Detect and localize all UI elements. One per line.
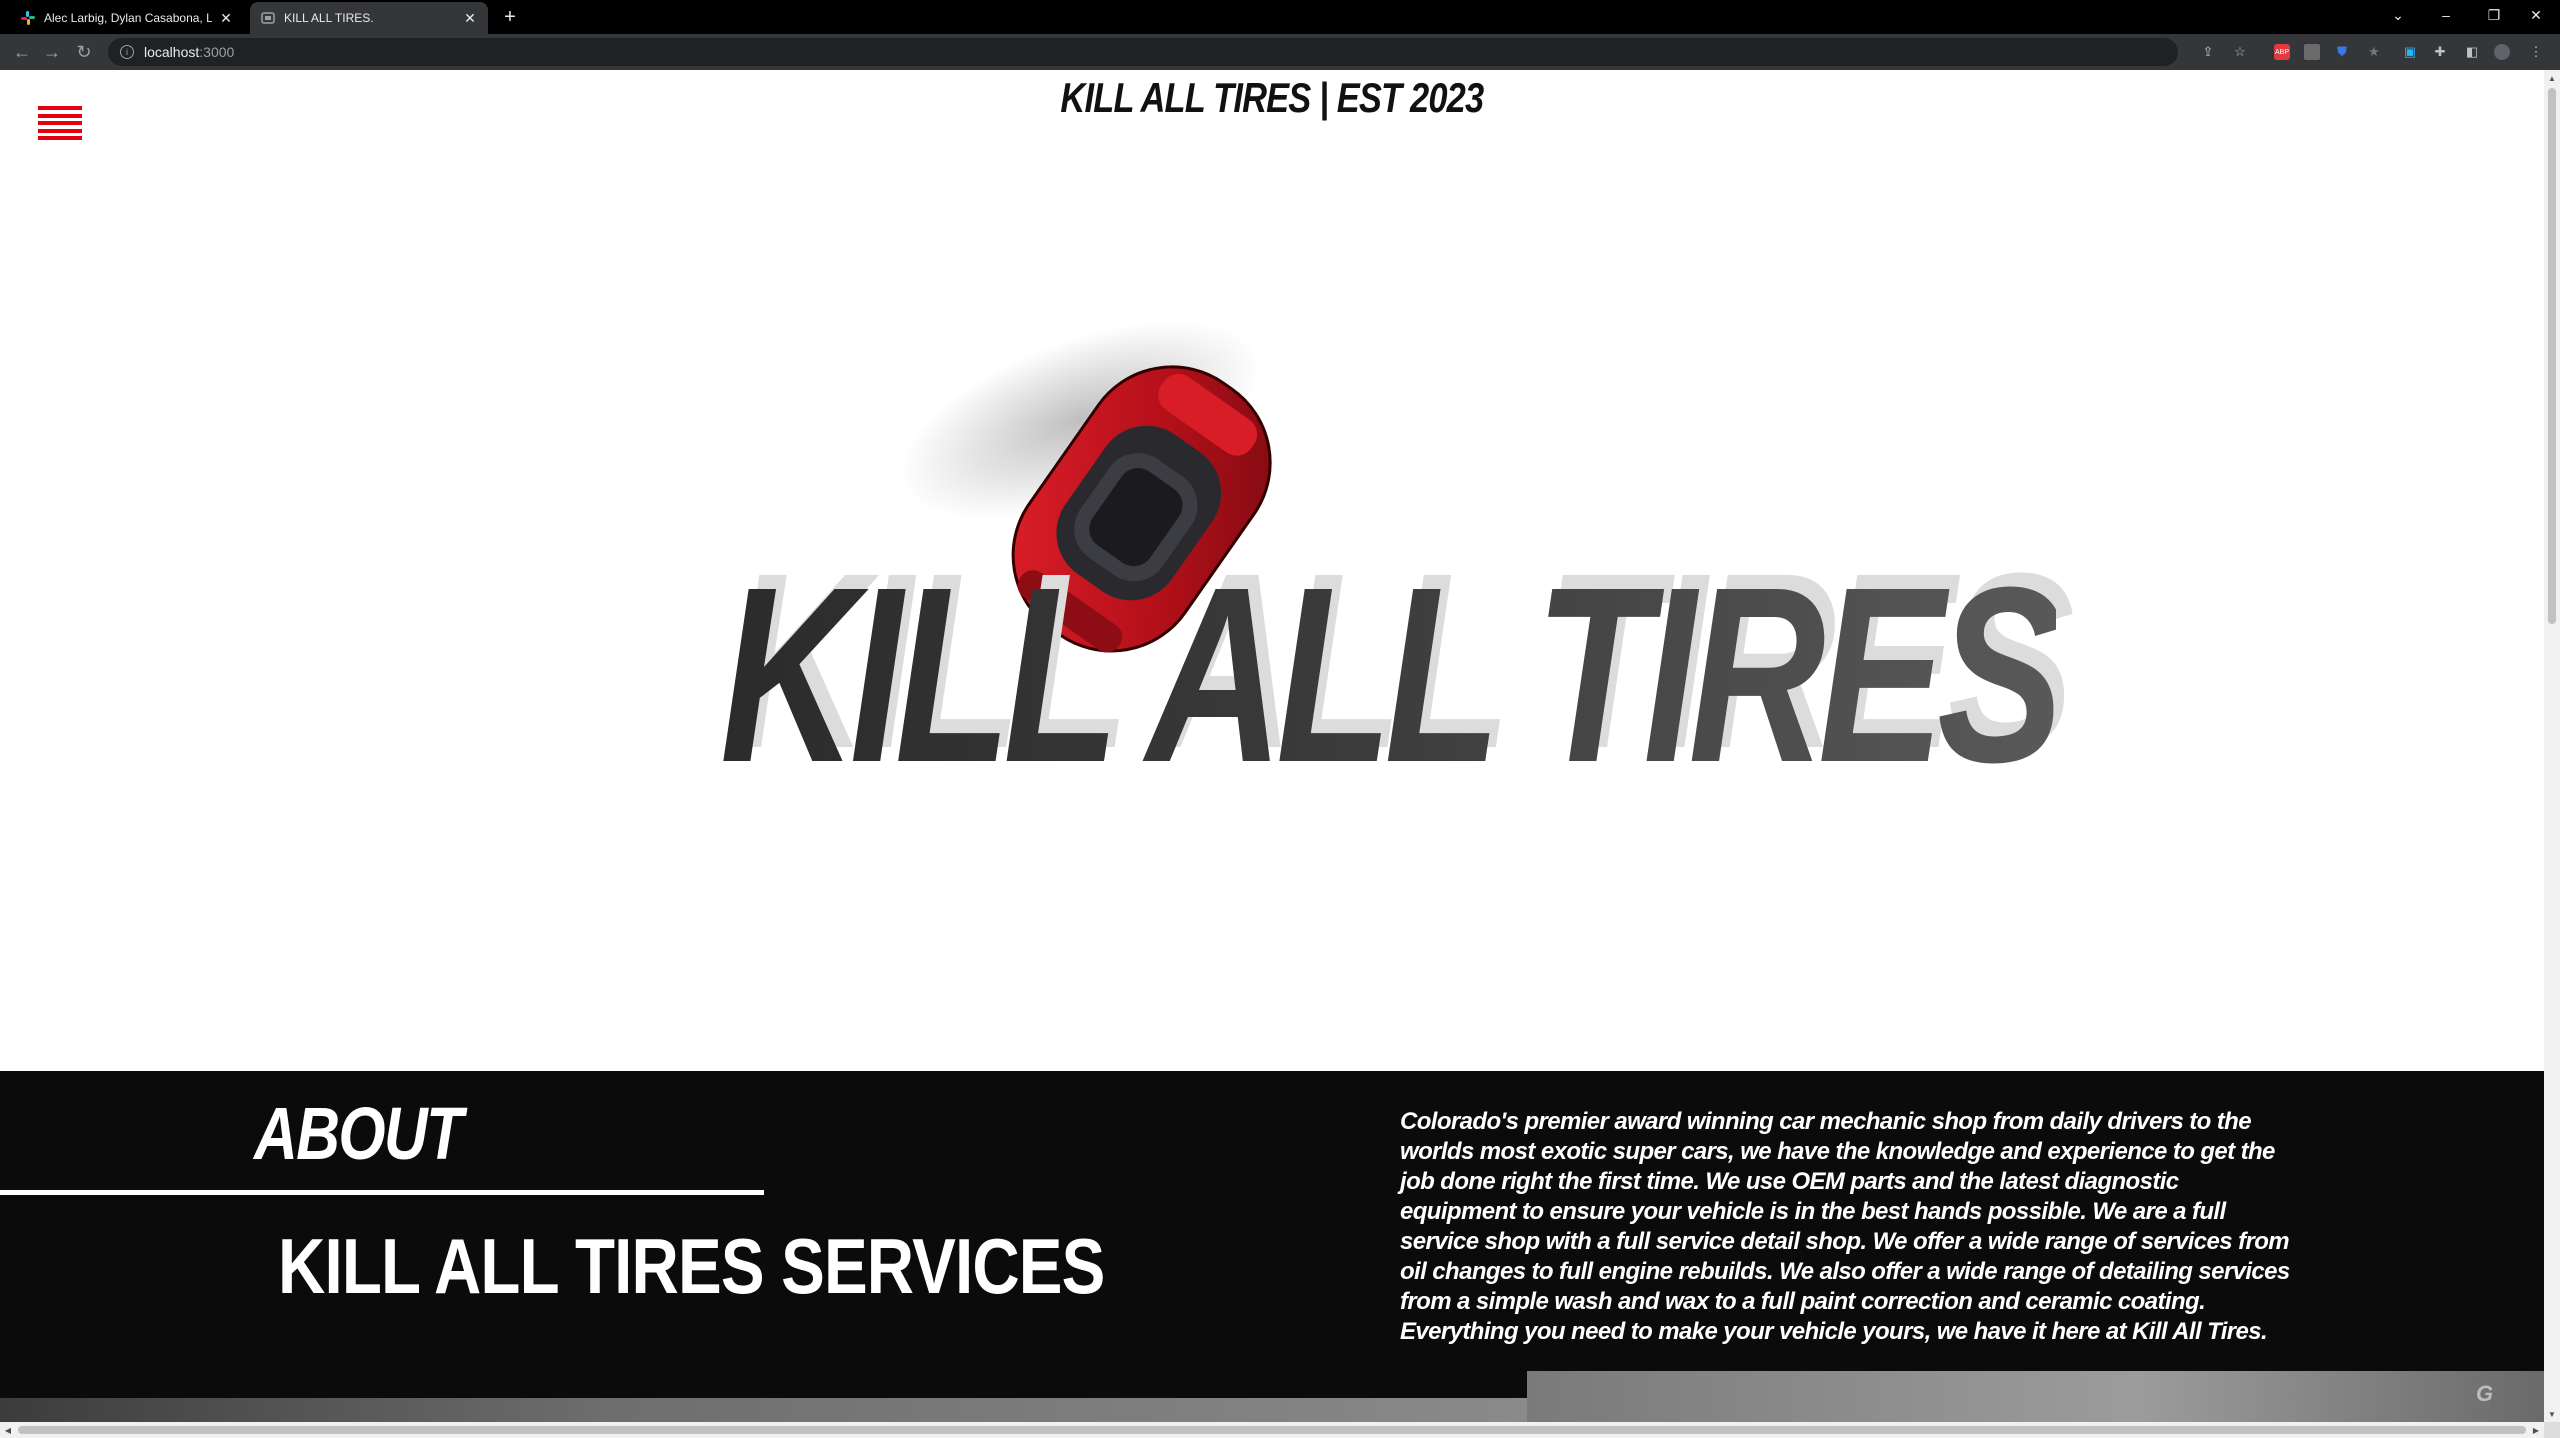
vertical-scrollbar[interactable]: ▲ ▼ xyxy=(2544,70,2560,1422)
extensions-icon[interactable]: ✚ xyxy=(2432,44,2448,60)
scrollbar-thumb[interactable] xyxy=(2548,88,2556,624)
scrollbar-thumb[interactable] xyxy=(18,1426,2526,1434)
close-icon[interactable]: ✕ xyxy=(218,10,234,26)
scroll-right-icon[interactable]: ▶ xyxy=(2528,1422,2544,1438)
about-divider xyxy=(0,1190,764,1195)
hero-title-text: KILL ALL TIRES xyxy=(720,535,2064,814)
info-icon[interactable]: i xyxy=(120,45,134,59)
services-heading: KILL ALL TIRES SERVICES xyxy=(278,1222,1105,1310)
address-bar[interactable]: i localhost :3000 xyxy=(108,38,2178,66)
tab-slack[interactable]: Alec Larbig, Dylan Casabona, Log ✕ xyxy=(10,2,244,34)
shield-extension-icon[interactable]: ⛊ xyxy=(2334,44,2350,60)
brand-header-text: KILL ALL TIRES | EST 2023 xyxy=(1060,74,1485,121)
page-viewport: KILL ALL TIRES | EST 2023 KILL ALL TIRES… xyxy=(0,70,2544,1422)
star-extension-icon[interactable]: ★ xyxy=(2366,44,2382,60)
tab-search-icon[interactable]: ⌄ xyxy=(2374,0,2422,30)
hero-title: KILL ALL TIRES KILL ALL TIRES xyxy=(720,536,2074,800)
screen-extension-icon[interactable]: ▣ xyxy=(2402,44,2418,60)
horizontal-scrollbar[interactable]: ◀ ▶ xyxy=(0,1422,2544,1438)
back-icon[interactable]: ← xyxy=(10,40,34,64)
restore-button[interactable]: ❐ xyxy=(2470,0,2518,30)
extension-icon[interactable] xyxy=(2304,44,2320,60)
profile-avatar[interactable] xyxy=(2494,44,2510,60)
reload-icon[interactable]: ↻ xyxy=(72,40,96,64)
gallery-image-right: G xyxy=(1527,1371,2544,1422)
minimize-button[interactable]: – xyxy=(2422,0,2470,30)
hero-banner: KILL ALL TIRES KILL ALL TIRES xyxy=(700,300,2074,800)
side-panel-icon[interactable]: ◧ xyxy=(2464,44,2480,60)
url-port: :3000 xyxy=(199,44,235,60)
menu-dots-icon[interactable]: ⋮ xyxy=(2528,44,2544,60)
scroll-up-icon[interactable]: ▲ xyxy=(2544,70,2560,86)
about-description: Colorado's premier award winning car mec… xyxy=(1400,1108,2290,1345)
tab-title: Alec Larbig, Dylan Casabona, Log xyxy=(44,11,212,25)
tab-title: KILL ALL TIRES. xyxy=(284,11,374,25)
browser-toolbar: ← → ↻ i localhost :3000 ⇪ ☆ ABP ⛊ ★ ▣ ✚ … xyxy=(0,34,2560,70)
gt-logo-icon: G xyxy=(2476,1381,2494,1406)
adblock-icon[interactable]: ABP xyxy=(2274,44,2290,60)
about-section: ABOUT KILL ALL TIRES SERVICES Colorado's… xyxy=(0,1071,2544,1422)
bookmark-star-icon[interactable]: ☆ xyxy=(2232,44,2248,60)
window-close-button[interactable]: ✕ xyxy=(2512,0,2560,30)
share-icon[interactable]: ⇪ xyxy=(2200,44,2216,60)
scroll-down-icon[interactable]: ▼ xyxy=(2544,1406,2560,1422)
brand-header: KILL ALL TIRES | EST 2023 xyxy=(0,70,2544,125)
close-icon[interactable]: ✕ xyxy=(462,10,478,26)
tab-kill-all-tires[interactable]: KILL ALL TIRES. ✕ xyxy=(250,2,488,34)
gallery-image-left xyxy=(0,1398,1527,1422)
site-favicon xyxy=(261,12,275,24)
url-host: localhost xyxy=(144,44,200,60)
scrollbar-corner xyxy=(2544,1422,2560,1438)
about-heading: ABOUT xyxy=(254,1092,463,1175)
scroll-left-icon[interactable]: ◀ xyxy=(0,1422,16,1438)
new-tab-button[interactable]: + xyxy=(498,5,522,29)
slack-favicon xyxy=(21,11,35,25)
tab-strip: Alec Larbig, Dylan Casabona, Log ✕ KILL … xyxy=(0,0,2560,34)
forward-icon[interactable]: → xyxy=(40,40,64,64)
